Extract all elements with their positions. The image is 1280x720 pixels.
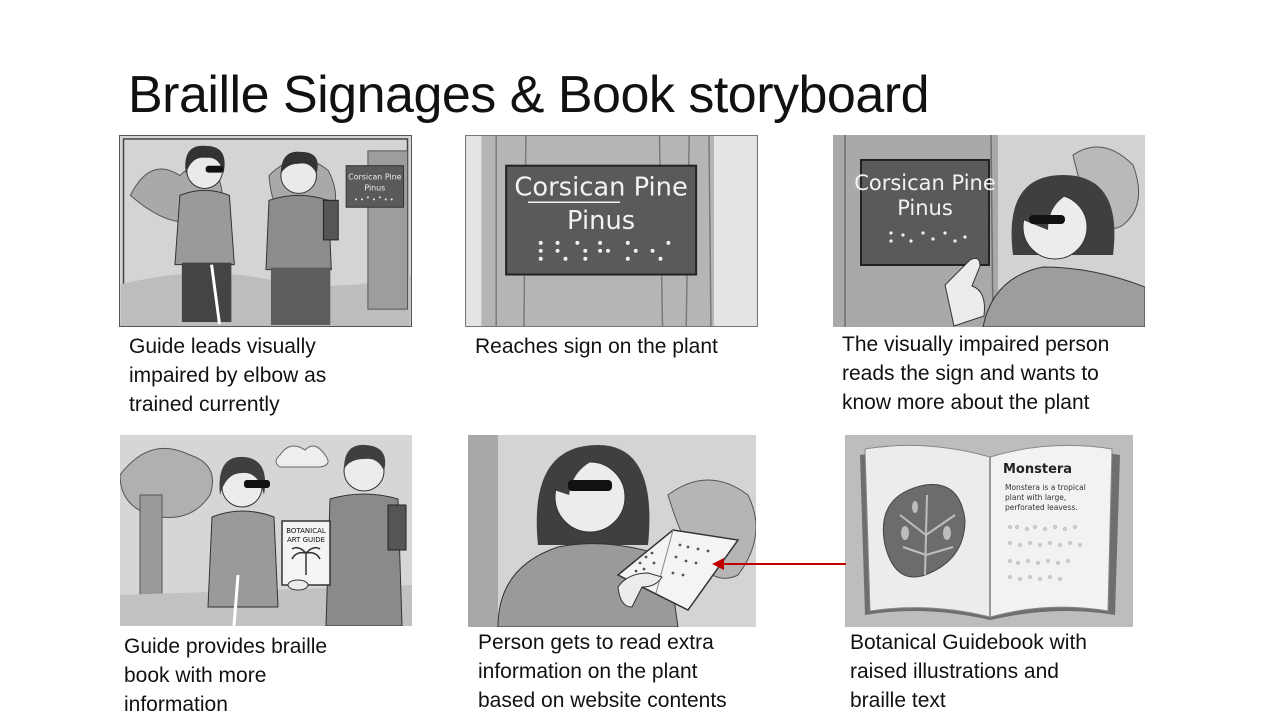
guidebook-line-1: Monstera is a tropical <box>1005 483 1086 492</box>
guidebook-line-3: perforated leavess. <box>1005 503 1078 512</box>
caption-3: The visually impaired person reads the s… <box>842 333 1110 414</box>
storyboard-panel-3: Corsican Pine Pinus <box>833 135 1145 327</box>
sign-line1: Corsican Pine <box>514 172 687 202</box>
reading-sign-illustration: Corsican Pine Pinus <box>833 135 1145 327</box>
caption-4: Guide provides braille book with more in… <box>124 635 328 716</box>
storyboard-panel-2: Corsican Pine Pinus <box>465 135 758 327</box>
caption-5: Person gets to read extra information on… <box>478 631 727 712</box>
sign3-line2: Pinus <box>897 196 953 220</box>
caption-2: Reaches sign on the plant <box>475 335 718 358</box>
guidebook-line-2: plant with large, <box>1005 493 1066 502</box>
small-sign-line2: Pinus <box>364 183 385 192</box>
book-cover-line2: ART GUIDE <box>287 536 325 544</box>
reading-book-illustration <box>468 435 756 627</box>
guidebook-heading: Monstera <box>1003 462 1072 477</box>
page-title: Braille Signages & Book storyboard <box>128 66 930 124</box>
guidebook-illustration: Monstera Monstera is a tropical plant wi… <box>845 435 1133 627</box>
tree-sign-illustration: Corsican Pine Pinus <box>466 136 757 326</box>
sign-line2: Pinus <box>567 206 635 236</box>
sign3-line1: Corsican Pine <box>854 171 996 195</box>
red-arrow-icon <box>712 558 846 570</box>
book-cover-line1: BOTANICAL <box>286 527 326 535</box>
guide-walking-illustration: Corsican Pine Pinus <box>120 136 411 326</box>
small-sign-line1: Corsican Pine <box>348 173 401 182</box>
storyboard-panel-6: Monstera Monstera is a tropical plant wi… <box>845 435 1133 627</box>
storyboard-panel-1: Corsican Pine Pinus <box>119 135 412 327</box>
storyboard-panel-4: BOTANICAL ART GUIDE <box>120 435 412 626</box>
storyboard-panel-5 <box>468 435 756 627</box>
giving-book-illustration: BOTANICAL ART GUIDE <box>120 435 412 626</box>
caption-1: Guide leads visually impaired by elbow a… <box>129 335 327 416</box>
caption-6: Botanical Guidebook with raised illustra… <box>850 631 1087 712</box>
